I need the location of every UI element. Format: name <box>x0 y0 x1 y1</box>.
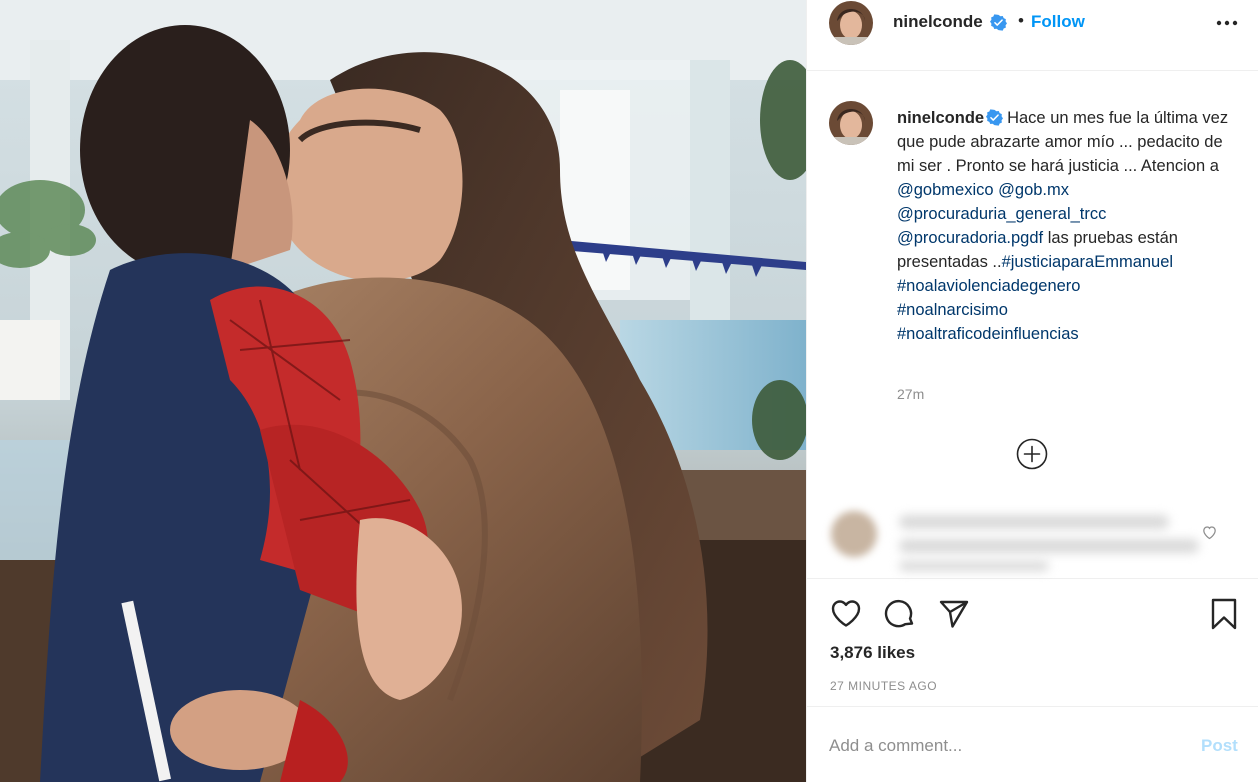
post-sidebar: ninelconde • Follow ninelconde Hace un me… <box>806 0 1258 782</box>
post-comment-button[interactable]: Post <box>1201 736 1238 756</box>
add-comment-bar: Post <box>807 708 1258 782</box>
paper-plane-icon[interactable] <box>937 597 971 631</box>
caption-time[interactable]: 27m <box>897 386 924 402</box>
follow-button[interactable]: Follow <box>1031 12 1085 32</box>
hashtag-link[interactable]: #justiciaparaEmmanuel <box>1002 253 1174 271</box>
heart-icon[interactable] <box>829 597 863 631</box>
blurred-text <box>899 561 1049 571</box>
mention-link[interactable]: @gobmexico <box>897 181 994 199</box>
likes-count[interactable]: 3,876 likes <box>830 643 915 663</box>
more-options-icon[interactable] <box>1213 13 1241 33</box>
post-actions: 3,876 likes 27 MINUTES AGO <box>807 580 1258 707</box>
caption-area: ninelconde Hace un mes fue la última vez … <box>807 72 1258 497</box>
bookmark-icon[interactable] <box>1207 597 1241 631</box>
hashtag-link[interactable]: #noaltraficodeinfluencias <box>897 325 1079 343</box>
caption-username[interactable]: ninelconde <box>897 109 984 127</box>
post-image <box>0 0 806 782</box>
avatar-image <box>829 1 873 45</box>
verified-badge-icon <box>990 14 1007 31</box>
mention-link[interactable]: @procuradoria.pgdf <box>897 229 1043 247</box>
post-photo[interactable] <box>0 0 806 782</box>
comment-row <box>807 497 1258 579</box>
separator-dot: • <box>1018 11 1024 30</box>
avatar-image <box>829 101 873 145</box>
post-header: ninelconde • Follow <box>807 0 1258 71</box>
hashtag-link[interactable]: #noalnarcisimo <box>897 301 1008 319</box>
author-avatar[interactable] <box>829 1 873 45</box>
comment-input[interactable] <box>829 732 1169 760</box>
verified-badge-icon <box>986 109 1004 126</box>
comment-avatar <box>831 511 877 557</box>
mention-link[interactable]: @procuraduria_general_trcc <box>897 205 1106 223</box>
mention-link[interactable]: @gob.mx <box>998 181 1069 199</box>
post-timestamp: 27 MINUTES AGO <box>830 679 938 693</box>
comment-like-icon[interactable] <box>1201 524 1218 541</box>
caption-text: ninelconde Hace un mes fue la última vez … <box>897 106 1242 346</box>
caption-avatar[interactable] <box>829 101 873 145</box>
hashtag-link[interactable]: #noalaviolenciadegenero <box>897 277 1080 295</box>
author-username[interactable]: ninelconde <box>893 12 983 32</box>
blurred-text <box>899 539 1199 553</box>
comment-bubble-icon[interactable] <box>883 597 917 631</box>
blurred-text <box>899 515 1169 529</box>
plus-circle-icon[interactable] <box>1016 438 1048 470</box>
